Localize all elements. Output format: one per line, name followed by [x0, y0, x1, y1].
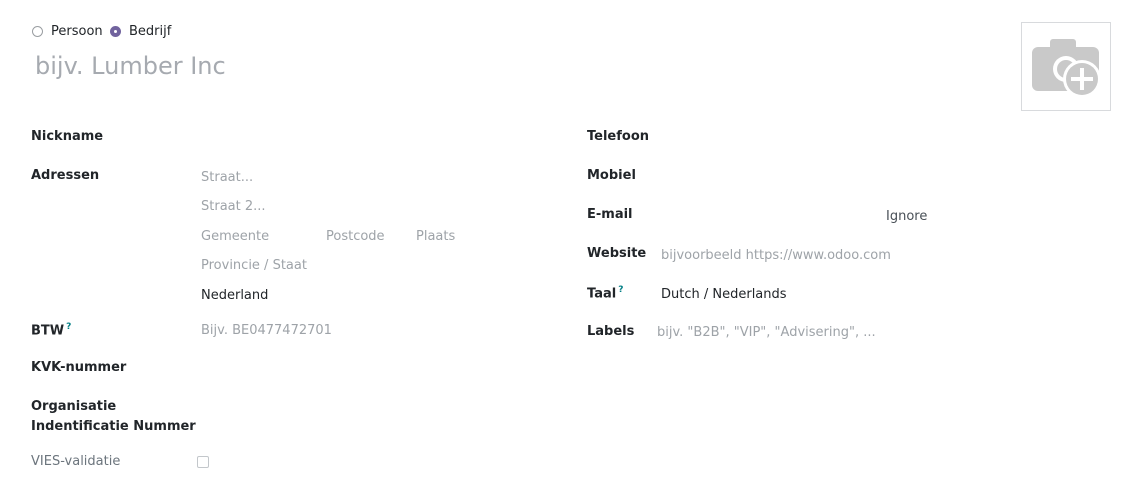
mobile-label: Mobiel: [587, 168, 636, 183]
vies-label: VIES-validatie: [31, 454, 121, 469]
website-label: Website: [587, 246, 647, 261]
lang-label: Taal?: [587, 285, 624, 302]
labels-input[interactable]: bijv. "B2B", "VIP", "Advisering", ...: [657, 325, 876, 340]
email-label: E-mail: [587, 207, 633, 222]
radio-person[interactable]: [32, 26, 43, 37]
radio-person-label[interactable]: Persoon: [51, 24, 103, 39]
vat-label: BTW?: [31, 322, 72, 339]
vies-checkbox[interactable]: [197, 456, 209, 468]
phone-label: Telefoon: [587, 129, 650, 144]
kvk-label: KVK-nummer: [31, 360, 127, 375]
zip-input[interactable]: Postcode: [326, 229, 385, 244]
name-input[interactable]: bijv. Lumber Inc: [35, 52, 226, 80]
nickname-label: Nickname: [31, 129, 104, 144]
street2-input[interactable]: Straat 2...: [201, 199, 266, 214]
labels-label: Labels: [587, 324, 635, 339]
lang-select[interactable]: Dutch / Nederlands: [661, 287, 787, 302]
email-ignore-button[interactable]: Ignore: [886, 209, 927, 224]
org-label-line2: Indentificatie Nummer: [31, 419, 196, 434]
state-input[interactable]: Provincie / Staat: [201, 258, 307, 273]
vat-input[interactable]: Bijv. BE0477472701: [201, 323, 332, 338]
avatar-upload[interactable]: [1021, 22, 1111, 111]
lang-help-icon[interactable]: ?: [618, 285, 623, 295]
org-label-line1: Organisatie: [31, 399, 117, 414]
radio-company[interactable]: [110, 26, 121, 37]
place-input[interactable]: Plaats: [416, 229, 455, 244]
addresses-label: Adressen: [31, 168, 100, 183]
country-select[interactable]: Nederland: [201, 288, 268, 303]
radio-company-label[interactable]: Bedrijf: [129, 24, 171, 39]
website-input[interactable]: bijvoorbeeld https://www.odoo.com: [661, 248, 891, 263]
camera-plus-icon: [1032, 39, 1101, 98]
street-input[interactable]: Straat...: [201, 170, 253, 185]
city-input[interactable]: Gemeente: [201, 229, 269, 244]
vat-help-icon[interactable]: ?: [66, 322, 71, 332]
